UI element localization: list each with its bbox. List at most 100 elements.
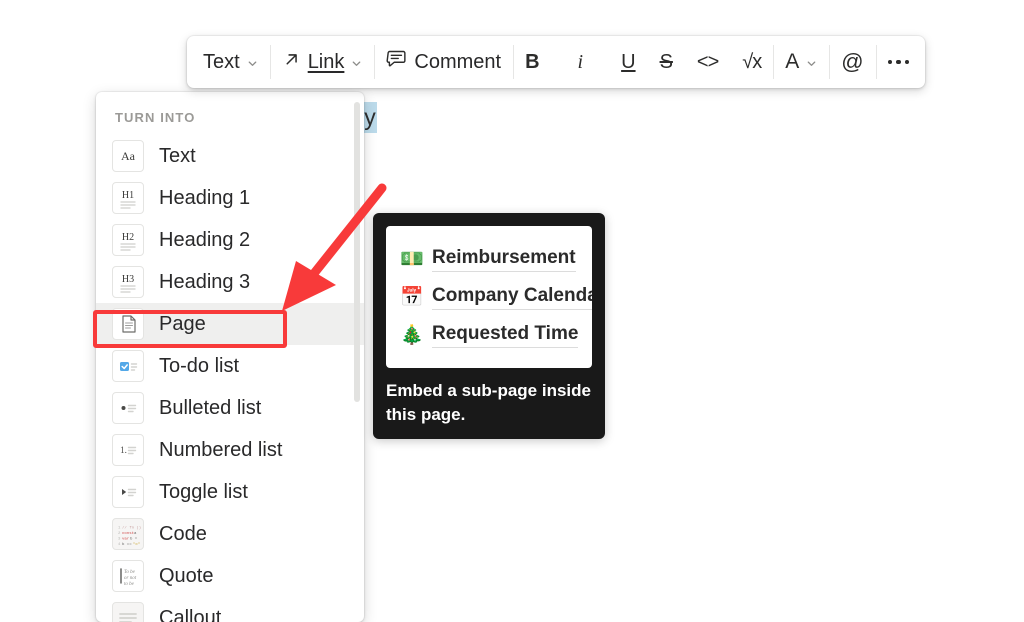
toolbar-group-link: Link bbox=[270, 36, 375, 88]
more-options-button[interactable] bbox=[876, 36, 926, 88]
calendar-emoji-icon: 📅 bbox=[400, 288, 422, 307]
italic-icon: i bbox=[564, 51, 598, 74]
format-toolbar[interactable]: Text Link Comment bbox=[187, 36, 925, 88]
money-emoji-icon: 💵 bbox=[400, 250, 422, 269]
chevron-down-icon bbox=[806, 58, 817, 69]
svg-text:"c": "c" bbox=[133, 542, 140, 547]
page-document-icon bbox=[112, 308, 144, 340]
equation-button[interactable]: √x bbox=[730, 36, 773, 88]
strikethrough-button[interactable]: S bbox=[648, 36, 685, 88]
menu-item-label: Page bbox=[159, 313, 206, 336]
preview-row: 💵 Reimbursement bbox=[400, 240, 592, 278]
bulleted-list-icon bbox=[112, 392, 144, 424]
strikethrough-icon: S bbox=[660, 51, 673, 74]
menu-item-code[interactable]: 1 // fn () 2 const a 3 var b = 4 b == "c… bbox=[96, 513, 364, 555]
at-mention-icon: @ bbox=[841, 49, 863, 75]
turn-into-menu[interactable]: TURN INTO Aa Text H1 Heading 1 H2 Headin… bbox=[96, 92, 364, 622]
link-label: Link bbox=[308, 51, 345, 74]
menu-item-numbered-list[interactable]: 1. Numbered list bbox=[96, 429, 364, 471]
heading-3-icon: H3 bbox=[112, 266, 144, 298]
menu-item-bulleted-list[interactable]: Bulleted list bbox=[96, 387, 364, 429]
menu-item-label: Toggle list bbox=[159, 481, 248, 504]
toolbar-group-text-style: Text bbox=[187, 36, 270, 88]
arrow-up-right-icon bbox=[282, 50, 301, 75]
menu-item-heading-1[interactable]: H1 Heading 1 bbox=[96, 177, 364, 219]
menu-item-label: Code bbox=[159, 523, 207, 546]
preview-row-label: Requested Time bbox=[432, 323, 578, 348]
toolbar-group-more bbox=[876, 36, 926, 88]
menu-item-heading-3[interactable]: H3 Heading 3 bbox=[96, 261, 364, 303]
comment-label: Comment bbox=[414, 51, 501, 74]
svg-text:// fn (): // fn () bbox=[122, 526, 141, 531]
svg-text:b =: b = bbox=[130, 537, 138, 542]
todo-checkbox-icon bbox=[112, 350, 144, 382]
tooltip-description: Embed a sub-page inside this page. bbox=[386, 368, 592, 427]
preview-row: 🎄 Requested Time bbox=[400, 316, 592, 354]
svg-text:1.: 1. bbox=[120, 445, 127, 455]
menu-item-label: Quote bbox=[159, 565, 213, 588]
square-root-icon: √x bbox=[742, 51, 761, 74]
svg-text:const: const bbox=[122, 532, 134, 536]
svg-text:To be: To be bbox=[124, 570, 136, 575]
text-aa-icon: Aa bbox=[112, 140, 144, 172]
svg-text:1: 1 bbox=[118, 527, 121, 531]
toolbar-group-text-format: B i U S <> √x bbox=[513, 36, 773, 88]
menu-item-heading-2[interactable]: H2 Heading 2 bbox=[96, 219, 364, 261]
preview-row: 📅 Company Calendar bbox=[400, 278, 592, 316]
text-color-icon: A bbox=[785, 50, 799, 74]
menu-scrollbar[interactable] bbox=[356, 96, 362, 618]
menu-item-quote[interactable]: To be or not to be Quote bbox=[96, 555, 364, 597]
svg-text:H2: H2 bbox=[122, 232, 134, 243]
link-button[interactable]: Link bbox=[270, 36, 375, 88]
inline-code-button[interactable]: <> bbox=[685, 36, 730, 88]
menu-item-toggle-list[interactable]: Toggle list bbox=[96, 471, 364, 513]
svg-text:a: a bbox=[134, 532, 137, 536]
code-block-icon: 1 // fn () 2 const a 3 var b = 4 b == "c… bbox=[112, 518, 144, 550]
page-preview-tooltip: 💵 Reimbursement 📅 Company Calendar 🎄 Req… bbox=[373, 213, 605, 439]
svg-text:var: var bbox=[122, 537, 130, 542]
chevron-down-icon bbox=[351, 58, 362, 69]
toolbar-group-color: A bbox=[773, 36, 829, 88]
underline-icon: U bbox=[621, 51, 635, 74]
toolbar-group-mention: @ bbox=[829, 36, 875, 88]
menu-item-text[interactable]: Aa Text bbox=[96, 135, 364, 177]
mention-button[interactable]: @ bbox=[829, 36, 875, 88]
heading-2-icon: H2 bbox=[112, 224, 144, 256]
underline-button[interactable]: U bbox=[609, 36, 647, 88]
menu-item-to-do-list[interactable]: To-do list bbox=[96, 345, 364, 387]
tooltip-preview-card: 💵 Reimbursement 📅 Company Calendar 🎄 Req… bbox=[386, 226, 592, 368]
menu-section-header: TURN INTO bbox=[96, 92, 364, 135]
svg-text:or not: or not bbox=[124, 576, 137, 581]
menu-item-label: Bulleted list bbox=[159, 397, 261, 420]
svg-text:H1: H1 bbox=[122, 190, 134, 201]
callout-icon bbox=[112, 602, 144, 622]
code-brackets-icon: <> bbox=[697, 51, 718, 74]
bold-icon: B bbox=[525, 51, 539, 74]
toggle-list-icon bbox=[112, 476, 144, 508]
text-color-button[interactable]: A bbox=[773, 36, 829, 88]
text-style-label: Text bbox=[203, 51, 240, 74]
menu-item-label: Text bbox=[159, 145, 196, 168]
svg-text:Aa: Aa bbox=[121, 149, 136, 163]
quote-icon: To be or not to be bbox=[112, 560, 144, 592]
svg-text:to be: to be bbox=[124, 582, 135, 587]
comment-button[interactable]: Comment bbox=[374, 36, 513, 88]
menu-item-label: Callout bbox=[159, 607, 221, 622]
heading-1-icon: H1 bbox=[112, 182, 144, 214]
preview-row-label: Reimbursement bbox=[432, 247, 576, 272]
numbered-list-icon: 1. bbox=[112, 434, 144, 466]
text-style-dropdown[interactable]: Text bbox=[187, 36, 270, 88]
menu-item-page[interactable]: Page bbox=[96, 303, 364, 345]
menu-item-label: To-do list bbox=[159, 355, 239, 378]
svg-text:4: 4 bbox=[118, 543, 121, 547]
chevron-down-icon bbox=[247, 58, 258, 69]
menu-item-label: Numbered list bbox=[159, 439, 282, 462]
svg-text:H3: H3 bbox=[122, 274, 134, 285]
italic-button[interactable]: i bbox=[552, 36, 610, 88]
bold-button[interactable]: B bbox=[513, 36, 551, 88]
menu-scrollbar-thumb[interactable] bbox=[354, 102, 360, 402]
toolbar-group-comment: Comment bbox=[374, 36, 513, 88]
preview-row-label: Company Calendar bbox=[432, 285, 592, 310]
menu-item-label: Heading 1 bbox=[159, 187, 250, 210]
menu-item-callout[interactable]: Callout bbox=[96, 597, 364, 622]
